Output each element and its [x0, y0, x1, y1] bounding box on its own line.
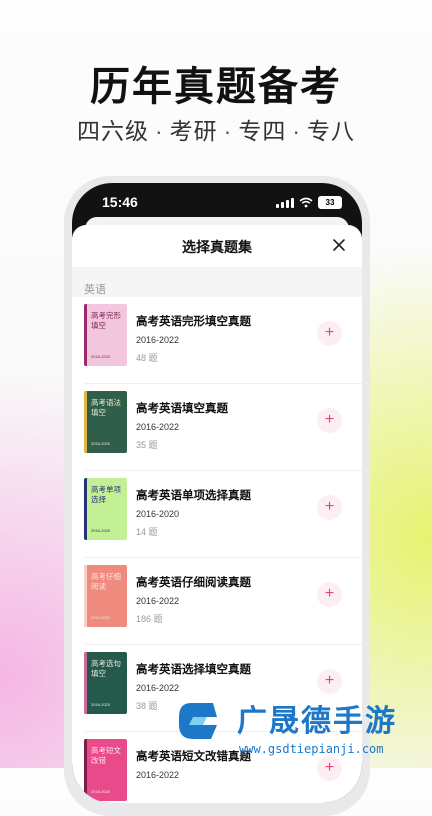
item-years: 2016-2022	[136, 596, 180, 606]
cover-spine	[84, 652, 87, 714]
item-years: 2016-2020	[136, 509, 180, 519]
subtitle-separator: ·	[223, 118, 233, 144]
item-name: 高考英语单项选择真题	[136, 490, 251, 502]
cover-year: 2016-2020	[91, 528, 111, 533]
cover-title: 高考选句填空	[91, 659, 121, 678]
book-cover: 高考语法填空 2016-2020	[84, 391, 127, 453]
add-icon[interactable]: +	[317, 408, 342, 433]
subtitle-separator: ·	[292, 118, 301, 144]
book-cover: 高考选句填空 2016-2020	[84, 652, 127, 714]
watermark-logo-icon	[179, 703, 217, 739]
item-name: 高考英语完形填空真题	[136, 316, 251, 328]
cover-year: 2016-2020	[91, 441, 111, 446]
watermark-url: www.gsdtiepianji.com	[239, 742, 384, 756]
promo-headline: 历年真题备考	[90, 65, 342, 109]
watermark-name: 广晟德手游	[237, 705, 397, 738]
cover-title: 高考短文改错	[91, 746, 121, 765]
item-years: 2016-2022	[136, 770, 180, 780]
cover-year: 2016-2020	[91, 615, 111, 620]
cover-title: 高考完形填空	[91, 311, 121, 330]
add-icon[interactable]: +	[317, 321, 342, 346]
exam-list-item[interactable]: 高考单项选择 2016-2020 高考英语单项选择真题 2016-2020 14 题 +	[72, 471, 362, 558]
item-info: 高考英语完形填空真题 2016-2022 48 题	[136, 313, 251, 364]
book-cover: 高考单项选择 2016-2020	[84, 478, 127, 540]
item-years: 2016-2022	[136, 335, 180, 345]
book-cover: 高考仔细阅读 2016-2020	[84, 565, 127, 627]
cover-year: 2016-2020	[91, 702, 111, 707]
item-info: 高考英语填空真题 2016-2022 35 题	[136, 400, 228, 451]
add-icon[interactable]: +	[317, 495, 342, 520]
subtitle-item: 四六级	[76, 118, 149, 144]
sheet-header: 选择真题集	[72, 225, 362, 268]
wifi-icon	[299, 197, 313, 208]
item-count: 186 题	[136, 614, 163, 624]
book-cover: 高考完形填空 2016-2020	[84, 304, 127, 366]
book-cover: 高考短文改错 2016-2020	[84, 739, 127, 801]
promo-subtitle: 四六级 · 考研 · 专四 · 专八	[0, 112, 432, 146]
item-name: 高考英语填空真题	[136, 403, 228, 415]
close-icon[interactable]	[330, 236, 348, 254]
cover-title: 高考语法填空	[91, 398, 121, 417]
sheet-title: 选择真题集	[182, 239, 252, 255]
add-icon[interactable]: +	[317, 582, 342, 607]
signal-icon	[276, 197, 294, 208]
exam-list-item[interactable]: 高考完形填空 2016-2020 高考英语完形填空真题 2016-2022 48 题 +	[72, 297, 362, 384]
subtitle-separator: ·	[154, 118, 164, 144]
cover-spine	[84, 391, 87, 453]
battery-icon: 33	[318, 196, 342, 209]
cover-spine	[84, 478, 87, 540]
status-time: 15:46	[102, 194, 138, 210]
exam-list-item[interactable]: 高考仔细阅读 2016-2020 高考英语仔细阅读真题 2016-2022 186 题 +	[72, 558, 362, 645]
item-count: 48 题	[136, 353, 158, 363]
item-name: 高考英语仔细阅读真题	[136, 577, 251, 589]
cover-title: 高考仔细阅读	[91, 572, 121, 591]
cover-year: 2016-2020	[91, 789, 111, 794]
exam-list-item[interactable]: 高考语法填空 2016-2020 高考英语填空真题 2016-2022 35 题 +	[72, 384, 362, 471]
item-info: 高考英语仔细阅读真题 2016-2022 186 题	[136, 574, 251, 625]
item-count: 14 题	[136, 527, 158, 537]
item-info: 高考英语单项选择真题 2016-2020 14 题	[136, 487, 251, 538]
cover-spine	[84, 565, 87, 627]
subtitle-item: 考研	[169, 118, 218, 144]
status-bar: 15:46 33	[72, 183, 362, 221]
status-icons: 33	[276, 196, 342, 209]
item-count: 35 题	[136, 440, 158, 450]
section-label: 英语	[84, 284, 106, 296]
watermark: 广晟德手游 www.gsdtiepianji.com	[165, 690, 432, 768]
cover-spine	[84, 739, 87, 801]
subtitle-item: 专八	[307, 118, 355, 144]
cover-year: 2016-2020	[91, 354, 111, 359]
item-years: 2016-2022	[136, 422, 180, 432]
item-name: 高考英语选择填空真题	[136, 664, 251, 676]
subtitle-item: 专四	[238, 118, 287, 144]
section-header: 英语	[72, 267, 362, 297]
cover-title: 高考单项选择	[91, 485, 121, 504]
cover-spine	[84, 304, 87, 366]
